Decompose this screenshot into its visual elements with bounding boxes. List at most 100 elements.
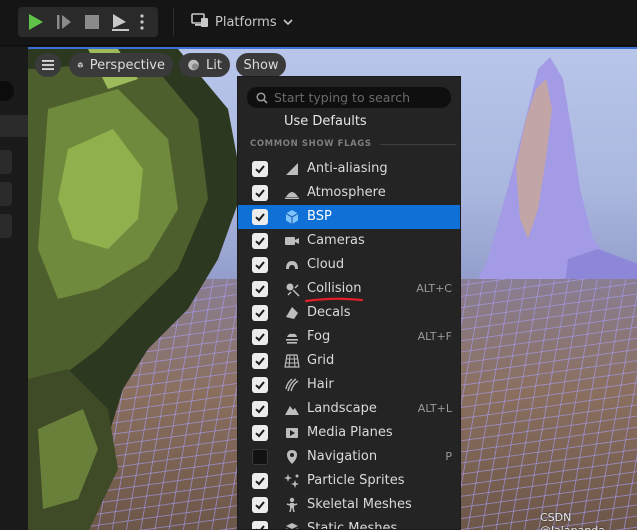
show-flags-menu: Use Defaults COMMON SHOW FLAGS Anti-alia… bbox=[237, 76, 461, 530]
checkmark-icon bbox=[255, 333, 265, 342]
perspective-label: Perspective bbox=[89, 57, 165, 73]
common-show-flags-header: COMMON SHOW FLAGS bbox=[250, 139, 456, 149]
show-flag-label: BSP bbox=[307, 209, 332, 224]
watermark: CSDN @lalapanda bbox=[540, 511, 605, 530]
show-flag-skeletal-meshes[interactable]: Skeletal Meshes bbox=[238, 493, 460, 517]
show-search-input[interactable] bbox=[274, 90, 444, 105]
checkmark-icon bbox=[255, 237, 265, 246]
use-defaults-item[interactable]: Use Defaults bbox=[284, 114, 367, 129]
platforms-button[interactable]: Platforms bbox=[186, 7, 293, 37]
show-flag-checkbox[interactable] bbox=[252, 281, 268, 297]
grid-icon bbox=[284, 353, 300, 369]
show-flag-grid[interactable]: Grid bbox=[238, 349, 460, 373]
skip-forward-icon[interactable] bbox=[52, 10, 76, 34]
show-flag-checkbox[interactable] bbox=[252, 377, 268, 393]
show-flag-label: Hair bbox=[307, 377, 334, 392]
show-flag-checkbox[interactable] bbox=[252, 497, 268, 513]
checkmark-icon bbox=[255, 477, 265, 486]
anti-aliasing-icon bbox=[284, 161, 300, 177]
checkmark-icon bbox=[255, 261, 265, 270]
show-flag-checkbox[interactable] bbox=[252, 401, 268, 417]
panel-button-stub[interactable] bbox=[0, 182, 12, 206]
platforms-icon bbox=[191, 12, 209, 32]
play-controls bbox=[18, 7, 158, 37]
panel-tab-stub[interactable] bbox=[0, 115, 28, 137]
show-flag-label: Particle Sprites bbox=[307, 473, 405, 488]
checkmark-icon bbox=[255, 213, 265, 222]
show-flag-checkbox[interactable] bbox=[252, 425, 268, 441]
checkmark-icon bbox=[255, 285, 265, 294]
show-flag-checkbox[interactable] bbox=[252, 257, 268, 273]
show-flag-landscape[interactable]: Landscape ALT+L bbox=[238, 397, 460, 421]
show-flag-bsp[interactable]: BSP bbox=[238, 205, 460, 229]
show-flag-atmosphere[interactable]: Atmosphere bbox=[238, 181, 460, 205]
show-flag-label: Grid bbox=[307, 353, 335, 368]
panel-button-stub[interactable] bbox=[0, 150, 12, 174]
show-flag-label: Static Meshes bbox=[307, 521, 398, 530]
shortcut-hint: ALT+F bbox=[417, 330, 452, 343]
show-flag-fog[interactable]: Fog ALT+F bbox=[238, 325, 460, 349]
show-flag-checkbox[interactable] bbox=[252, 473, 268, 489]
cube-icon bbox=[77, 62, 83, 68]
show-search-box[interactable] bbox=[247, 87, 451, 108]
show-flag-cameras[interactable]: Cameras bbox=[238, 229, 460, 253]
lit-sphere-icon bbox=[188, 59, 199, 71]
decal-icon bbox=[284, 305, 300, 321]
show-flag-checkbox[interactable] bbox=[252, 161, 268, 177]
mountain-backdrop bbox=[468, 57, 637, 299]
show-button[interactable]: Show bbox=[236, 53, 286, 77]
red-annotation-underline bbox=[304, 297, 364, 303]
play-icon[interactable] bbox=[23, 10, 47, 34]
show-flag-checkbox[interactable] bbox=[252, 521, 268, 529]
tree-foliage bbox=[28, 49, 243, 530]
viewport-options-button[interactable] bbox=[35, 53, 61, 77]
show-flag-label: Landscape bbox=[307, 401, 377, 416]
show-flag-label: Cameras bbox=[307, 233, 365, 248]
show-flag-cloud[interactable]: Cloud bbox=[238, 253, 460, 277]
show-flag-label: Decals bbox=[307, 305, 351, 320]
search-icon bbox=[256, 91, 268, 104]
checkmark-icon bbox=[256, 525, 265, 529]
eject-icon[interactable] bbox=[108, 10, 132, 34]
checkmark-icon bbox=[255, 501, 265, 510]
show-flag-label: Atmosphere bbox=[307, 185, 386, 200]
skeletal-mesh-icon bbox=[284, 497, 300, 513]
show-flag-hair[interactable]: Hair bbox=[238, 373, 460, 397]
show-flag-checkbox[interactable] bbox=[252, 305, 268, 321]
particle-sprites-icon bbox=[284, 473, 300, 489]
view-mode-button[interactable]: Lit bbox=[179, 53, 230, 77]
chevron-down-icon bbox=[283, 15, 293, 30]
section-title: COMMON SHOW FLAGS bbox=[250, 139, 372, 149]
section-divider bbox=[379, 143, 456, 145]
checkmark-icon bbox=[255, 165, 265, 174]
show-flag-checkbox[interactable] bbox=[252, 329, 268, 345]
checkmark-icon bbox=[255, 309, 265, 318]
show-flag-particle-sprites[interactable]: Particle Sprites bbox=[238, 469, 460, 493]
show-flag-anti-aliasing[interactable]: Anti-aliasing bbox=[238, 157, 460, 181]
shortcut-hint: ALT+C bbox=[416, 282, 452, 295]
show-flag-navigation[interactable]: Navigation P bbox=[238, 445, 460, 469]
camera-icon bbox=[284, 233, 300, 249]
show-flag-checkbox[interactable] bbox=[252, 209, 268, 225]
show-flag-checkbox[interactable] bbox=[252, 185, 268, 201]
show-flag-checkbox[interactable] bbox=[252, 449, 268, 465]
show-flag-label: Cloud bbox=[307, 257, 345, 272]
stop-icon[interactable] bbox=[80, 10, 104, 34]
panel-search-stub[interactable] bbox=[0, 81, 14, 101]
show-flag-checkbox[interactable] bbox=[252, 353, 268, 369]
show-flag-media-planes[interactable]: Media Planes bbox=[238, 421, 460, 445]
perspective-button[interactable]: Perspective bbox=[69, 53, 173, 77]
checkmark-icon bbox=[255, 405, 265, 414]
show-flag-label: Media Planes bbox=[307, 425, 393, 440]
shortcut-hint: ALT+L bbox=[417, 402, 452, 415]
show-flag-static-meshes[interactable]: Static Meshes bbox=[238, 517, 460, 530]
checkmark-icon bbox=[255, 381, 265, 390]
show-flag-label: Fog bbox=[307, 329, 331, 344]
kebab-icon[interactable] bbox=[135, 10, 149, 34]
show-flag-checkbox[interactable] bbox=[252, 233, 268, 249]
panel-button-stub[interactable] bbox=[0, 214, 12, 238]
landscape-icon bbox=[284, 401, 300, 417]
main-toolbar: Platforms bbox=[0, 0, 637, 46]
left-panel-edge bbox=[0, 47, 28, 530]
media-planes-icon bbox=[284, 425, 300, 441]
